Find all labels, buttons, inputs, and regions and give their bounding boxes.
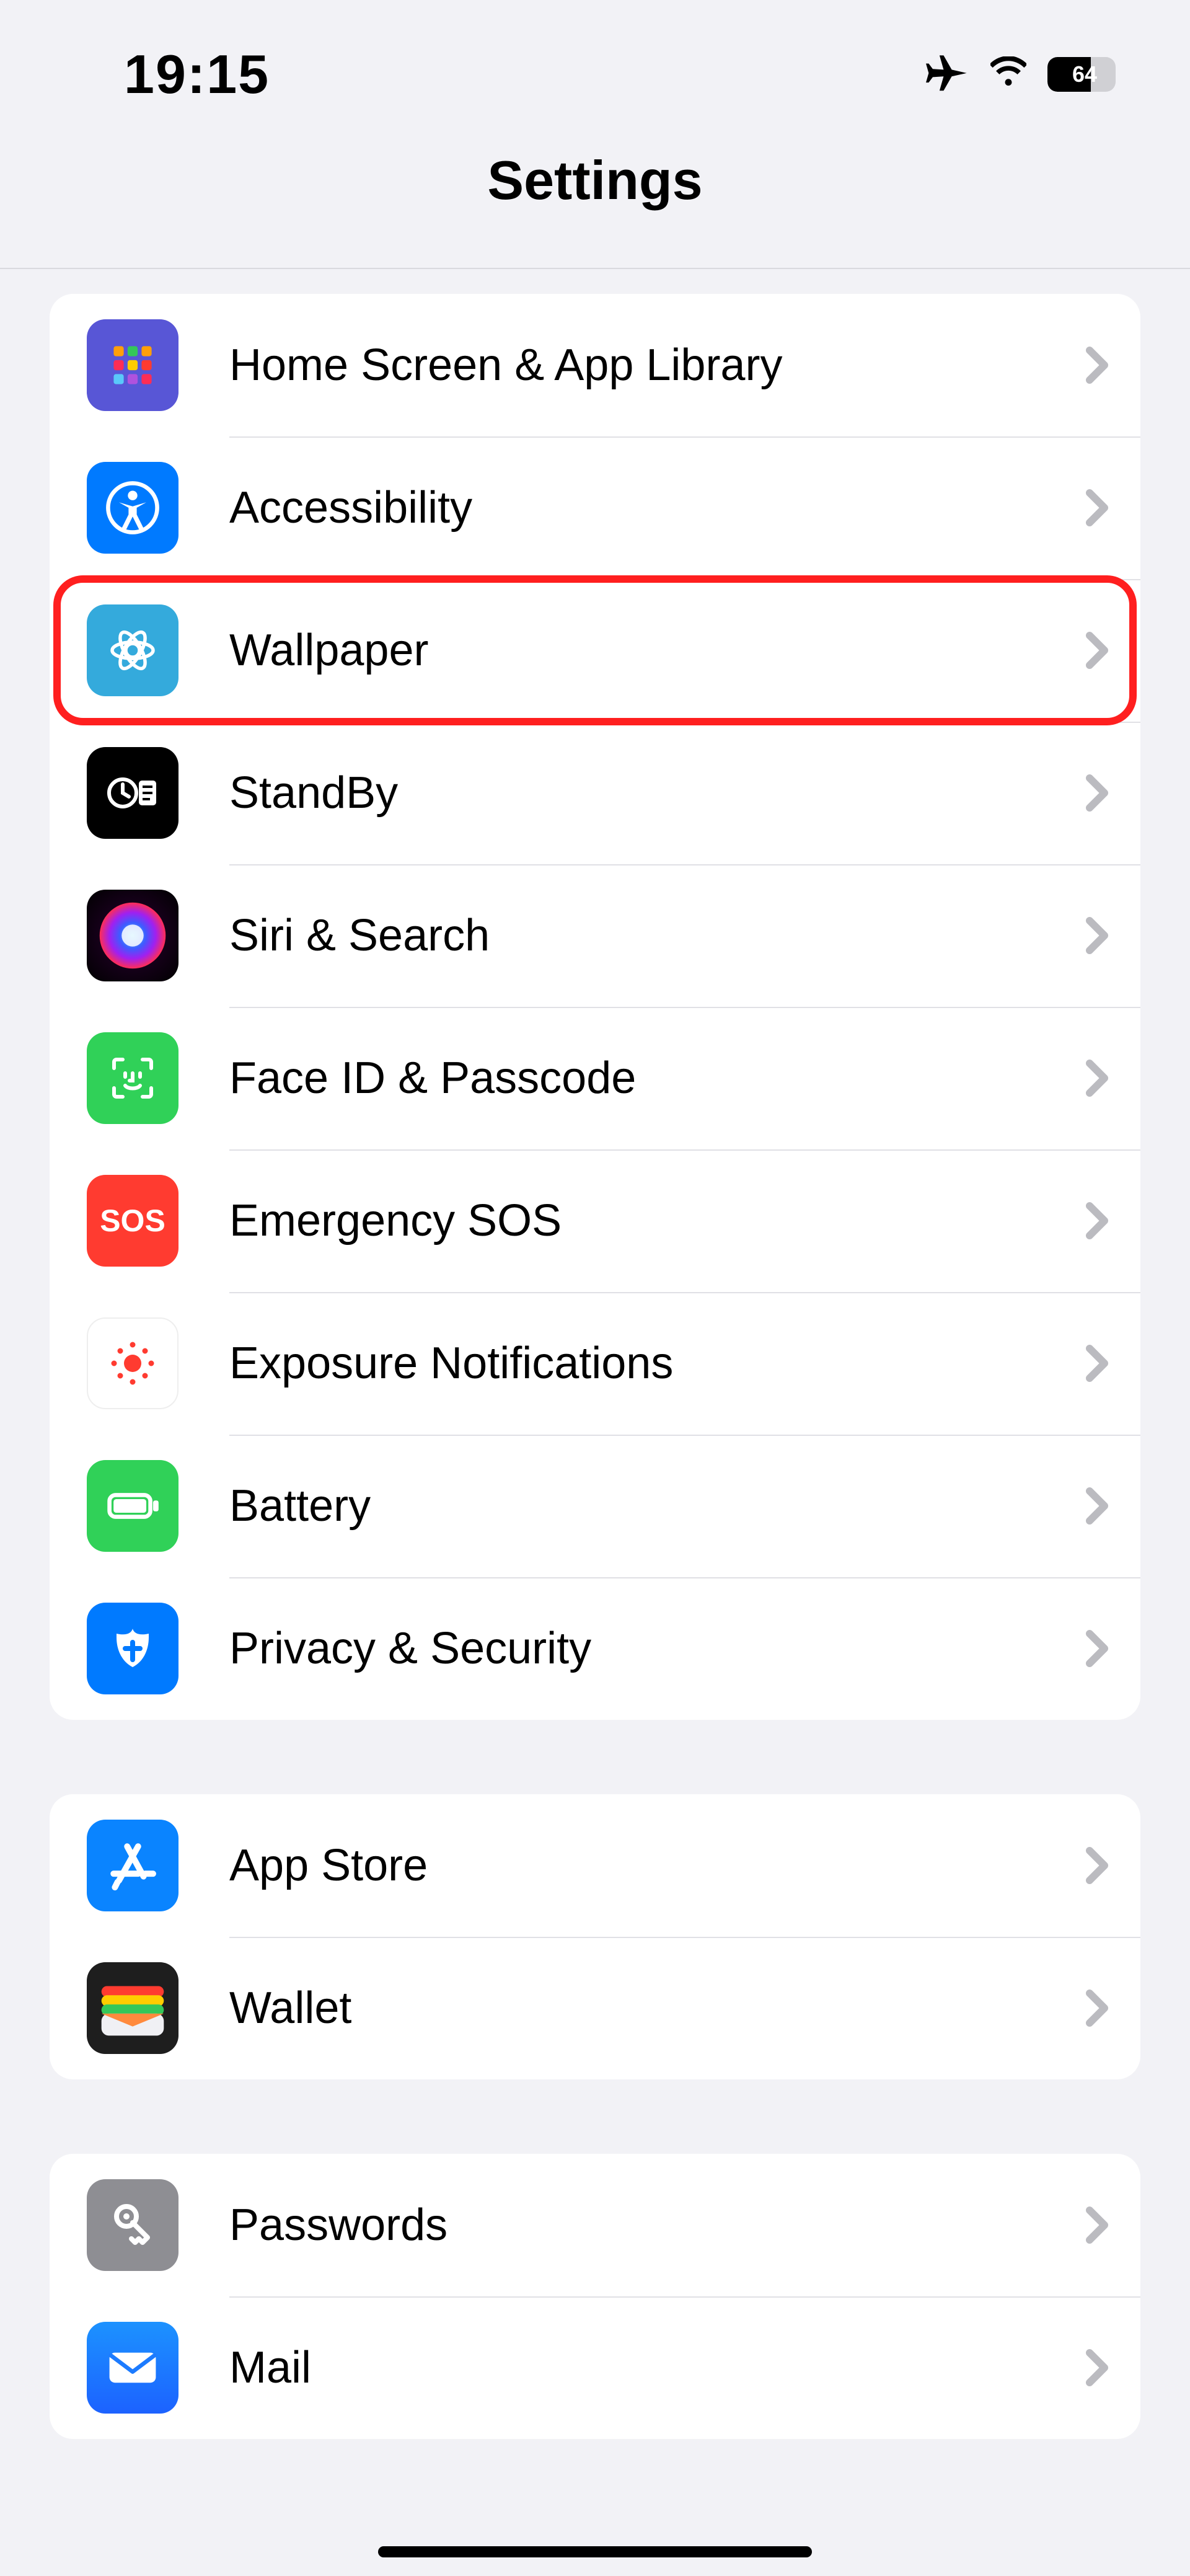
battery-icon: 64 [1047, 57, 1116, 92]
row-label: Accessibility [229, 482, 1085, 533]
sos-icon: SOS [87, 1175, 178, 1267]
mail-icon [87, 2322, 178, 2414]
settings-row-standby[interactable]: StandBy [50, 722, 1140, 864]
wifi-icon [990, 56, 1026, 92]
settings-row-emergency-sos[interactable]: SOS Emergency SOS [50, 1149, 1140, 1292]
row-label: App Store [229, 1840, 1085, 1891]
settings-row-siri-search[interactable]: Siri & Search [50, 864, 1140, 1007]
chevron-right-icon [1085, 917, 1109, 954]
settings-group-display-general: Home Screen & App Library Accessibility [50, 294, 1140, 1720]
settings-group-store: App Store Wallet [50, 1794, 1140, 2079]
face-id-icon [87, 1032, 178, 1124]
row-label: Passwords [229, 2200, 1085, 2251]
row-label: Siri & Search [229, 910, 1085, 961]
exposure-notifications-icon [87, 1317, 178, 1409]
row-label: Mail [229, 2342, 1085, 2393]
chevron-right-icon [1085, 1487, 1109, 1525]
page-title: Settings [0, 112, 1190, 268]
row-label: Emergency SOS [229, 1195, 1085, 1246]
chevron-right-icon [1085, 1990, 1109, 2027]
settings-row-mail[interactable]: Mail [50, 2296, 1140, 2439]
settings-row-home-screen[interactable]: Home Screen & App Library [50, 294, 1140, 436]
chevron-right-icon [1085, 1060, 1109, 1097]
accessibility-icon [87, 462, 178, 554]
row-label: StandBy [229, 768, 1085, 818]
settings-row-privacy[interactable]: Privacy & Security [50, 1577, 1140, 1720]
siri-icon [87, 890, 178, 981]
battery-level: 64 [1047, 57, 1116, 92]
airplane-mode-icon [926, 53, 969, 96]
chevron-right-icon [1085, 347, 1109, 384]
settings-row-wallet[interactable]: Wallet [50, 1937, 1140, 2079]
chevron-right-icon [1085, 489, 1109, 526]
chevron-right-icon [1085, 1345, 1109, 1382]
home-indicator [378, 2546, 812, 2557]
row-label: Home Screen & App Library [229, 340, 1085, 391]
settings-row-app-store[interactable]: App Store [50, 1794, 1140, 1937]
sos-text: SOS [100, 1203, 165, 1239]
chevron-right-icon [1085, 632, 1109, 669]
chevron-right-icon [1085, 774, 1109, 812]
row-label: Wallet [229, 1983, 1085, 2034]
row-label: Privacy & Security [229, 1623, 1085, 1674]
standby-icon [87, 747, 178, 839]
home-screen-icon [87, 319, 178, 411]
settings-row-face-id[interactable]: Face ID & Passcode [50, 1007, 1140, 1149]
privacy-icon [87, 1603, 178, 1694]
row-label: Face ID & Passcode [229, 1053, 1085, 1104]
settings-row-battery[interactable]: Battery [50, 1435, 1140, 1577]
chevron-right-icon [1085, 1847, 1109, 1884]
wallpaper-icon [87, 604, 178, 696]
settings-row-wallpaper[interactable]: Wallpaper [50, 579, 1140, 722]
chevron-right-icon [1085, 1630, 1109, 1667]
nav-divider [0, 268, 1190, 269]
settings-group-accounts: Passwords Mail [50, 2154, 1140, 2439]
status-right: 64 [926, 53, 1116, 96]
settings-row-passwords[interactable]: Passwords [50, 2154, 1140, 2296]
status-time: 19:15 [124, 43, 270, 106]
settings-row-exposure[interactable]: Exposure Notifications [50, 1292, 1140, 1435]
row-label: Battery [229, 1481, 1085, 1531]
chevron-right-icon [1085, 2206, 1109, 2244]
app-store-icon [87, 1820, 178, 1911]
settings-row-accessibility[interactable]: Accessibility [50, 436, 1140, 579]
chevron-right-icon [1085, 2349, 1109, 2386]
chevron-right-icon [1085, 1202, 1109, 1239]
row-label: Exposure Notifications [229, 1338, 1085, 1389]
passwords-icon [87, 2179, 178, 2271]
wallet-icon [87, 1962, 178, 2054]
status-bar: 19:15 64 [0, 0, 1190, 112]
row-label: Wallpaper [229, 625, 1085, 676]
battery-settings-icon [87, 1460, 178, 1552]
